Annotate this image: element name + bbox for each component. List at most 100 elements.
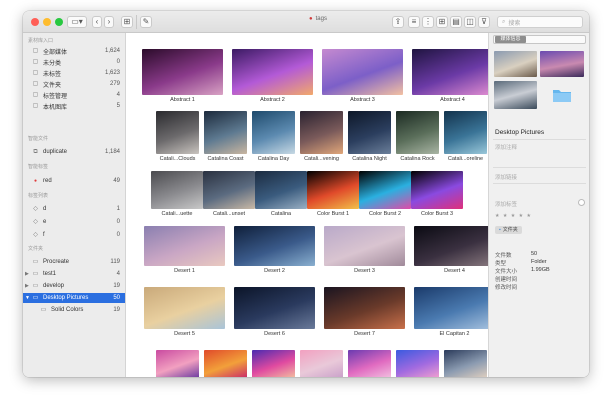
copy-icon: ⧉	[33, 149, 38, 155]
media-item[interactable]: Catali...Clouds	[156, 111, 199, 166]
sidebar-item-count: 19	[113, 283, 120, 289]
meta-value: 50	[531, 251, 538, 257]
media-item[interactable]: Catalina	[255, 171, 307, 221]
chevron-down-icon[interactable]: ▼	[25, 295, 30, 301]
sidebar-item[interactable]: ▢ 文件夹 279	[23, 79, 125, 89]
tag-icon: ◇	[33, 219, 38, 225]
folder-tag-button[interactable]: ▪ 文件夹	[495, 226, 522, 234]
zoom-window-button[interactable]	[55, 18, 63, 26]
sidebar-item-count: 119	[110, 259, 120, 265]
media-item[interactable]: Color Burst 2	[359, 171, 411, 221]
media-item[interactable]	[396, 350, 439, 377]
media-thumbnail	[322, 49, 403, 95]
media-item[interactable]	[156, 350, 199, 377]
media-item[interactable]: Color Burst 3	[411, 171, 463, 221]
sidebar-item[interactable]: ◇ d 1	[23, 204, 125, 214]
inspector-toggle-button[interactable]: ◫	[464, 16, 476, 28]
media-thumbnail	[414, 287, 488, 329]
item-name[interactable]: Desktop Pictures	[495, 129, 544, 136]
media-thumbnail	[203, 171, 255, 209]
close-window-button[interactable]	[31, 18, 39, 26]
search-input[interactable]: ⌕ 搜索	[497, 16, 583, 28]
sidebar-item-label: Procreate	[43, 259, 70, 265]
sidebar-item[interactable]: ◇ f 0	[23, 230, 125, 240]
media-item[interactable]: Catalina Day	[252, 111, 295, 166]
media-item[interactable]: Catali...oreline	[444, 111, 487, 166]
media-item[interactable]	[300, 350, 343, 377]
media-item[interactable]: Desert 5	[144, 287, 225, 341]
media-thumbnail	[307, 171, 359, 209]
sidebar-item[interactable]: ▢ 未标签 1,623	[23, 68, 125, 78]
sidebar-item[interactable]: ▢ 本机图库 5	[23, 101, 125, 111]
media-item[interactable]: Catalina Coast	[204, 111, 247, 166]
tab-third[interactable]	[555, 36, 586, 43]
media-item[interactable]	[444, 350, 487, 377]
share-button[interactable]: ⇪	[392, 16, 404, 28]
media-item[interactable]	[252, 350, 295, 377]
inspector-tabs: 媒体信息	[493, 35, 586, 44]
filter-button[interactable]: ⊽	[478, 16, 490, 28]
media-thumbnail	[444, 111, 487, 154]
sidebar-item[interactable]: ◇ e 0	[23, 217, 125, 227]
media-item[interactable]: Catali...vening	[300, 111, 343, 166]
media-item[interactable]: Desert 2	[234, 226, 315, 278]
sidebar-item[interactable]: ⧉ duplicate 1,184	[23, 147, 125, 157]
chevron-right-icon: ›	[107, 17, 111, 26]
media-item[interactable]: Catali...uette	[151, 171, 203, 221]
media-thumbnail	[348, 350, 391, 377]
sidebar-item-label: develop	[43, 283, 65, 289]
tab-second[interactable]	[525, 36, 556, 43]
media-item[interactable]	[348, 350, 391, 377]
sidebar-item[interactable]: ▶ ▭ test1 4	[23, 269, 125, 279]
media-item[interactable]: El Capitan 2	[414, 287, 488, 341]
slideshow-button[interactable]: ▤	[450, 16, 462, 28]
list-view-button[interactable]: ≡	[408, 16, 420, 28]
chevron-right-icon[interactable]: ▶	[25, 283, 29, 289]
minimize-window-button[interactable]	[43, 18, 51, 26]
folder-icon	[553, 90, 571, 102]
media-item[interactable]: Desert 7	[324, 287, 405, 341]
sidebar-toggle-button[interactable]: ▭▾	[67, 16, 87, 28]
media-item[interactable]: Catalina Rock	[396, 111, 439, 166]
sidebar-item[interactable]: ▢ 标签管理 4	[23, 90, 125, 100]
back-button[interactable]: ‹	[92, 16, 102, 28]
media-item[interactable]: Desert 1	[144, 226, 225, 278]
sidebar-item[interactable]: ▭ Solid Colors 19	[23, 305, 125, 315]
media-item[interactable]: Abstract 2	[232, 49, 313, 107]
rating-stars[interactable]: ★ ★ ★ ★ ★	[495, 213, 532, 219]
comment-field[interactable]: 添加注释	[495, 143, 517, 151]
media-item[interactable]: Catalina Night	[348, 111, 391, 166]
media-item[interactable]	[204, 350, 247, 377]
chevron-right-icon[interactable]: ▶	[25, 271, 29, 277]
media-item[interactable]: Abstract 3	[322, 49, 403, 107]
media-item[interactable]: Color Burst 1	[307, 171, 359, 221]
detail-view-button[interactable]: ⋮	[422, 16, 434, 28]
media-caption: Desert 6	[264, 331, 285, 337]
meta-label: 文件大小	[495, 269, 518, 275]
tab-media-info[interactable]: 媒体信息	[495, 36, 526, 43]
sidebar-item-count: 1	[116, 206, 120, 212]
media-item[interactable]: Abstract 1	[142, 49, 223, 107]
sidebar-item[interactable]: ▼ ▭ Desktop Pictures 50	[23, 293, 125, 303]
media-item[interactable]: Desert 4	[414, 226, 488, 278]
sidebar-item[interactable]: ▭ Procreate 119	[23, 257, 125, 267]
media-thumbnail	[204, 350, 247, 377]
media-item[interactable]: Desert 3	[324, 226, 405, 278]
edit-button[interactable]: ✎	[140, 16, 152, 28]
media-item[interactable]: Abstract 4	[412, 49, 488, 107]
import-button[interactable]: ⊞	[121, 16, 133, 28]
media-item[interactable]: Desert 6	[234, 287, 315, 341]
sidebar-item[interactable]: ▢ 未分类 0	[23, 57, 125, 67]
sidebar-item-label: Desktop Pictures	[43, 295, 89, 301]
tags-add-button[interactable]	[578, 199, 585, 206]
tags-field[interactable]: 添加标签	[495, 200, 517, 208]
sidebar-section-library: 素材库入口	[28, 38, 54, 44]
grid-view-button[interactable]: ⊞	[436, 16, 448, 28]
sidebar-item[interactable]: ● red 49	[23, 176, 125, 186]
forward-button[interactable]: ›	[104, 16, 114, 28]
sidebar-item[interactable]: ▢ 全部媒体 1,624	[23, 46, 125, 56]
link-field[interactable]: 添加链接	[495, 173, 517, 181]
media-item[interactable]: Catali...unset	[203, 171, 255, 221]
folder-icon: ▪	[499, 227, 501, 233]
sidebar-item[interactable]: ▶ ▭ develop 19	[23, 281, 125, 291]
